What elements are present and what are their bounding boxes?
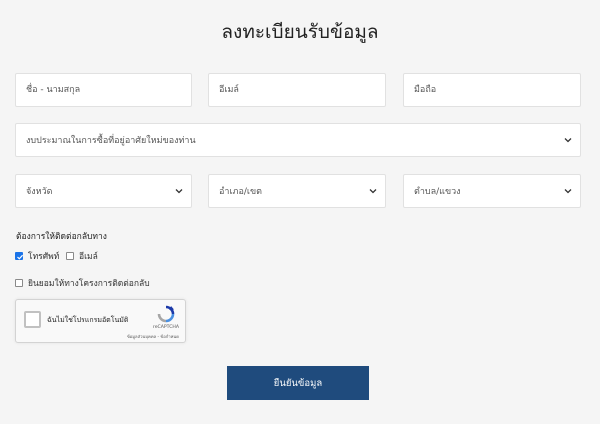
budget-select[interactable]: งบประมาณในการซื้อที่อยู่อาศัยใหม่ของท่าน: [15, 123, 581, 157]
name-input[interactable]: [26, 74, 191, 106]
chevron-down-icon: [564, 189, 572, 194]
email-checkbox[interactable]: [66, 252, 74, 260]
recaptcha-label: ฉันไม่ใช่โปรแกรมอัตโนมัติ: [47, 316, 129, 324]
recaptcha-widget: ฉันไม่ใช่โปรแกรมอัตโนมัติ reCAPTCHA ข้อม…: [15, 299, 186, 343]
phone-field[interactable]: [403, 73, 581, 107]
recaptcha-brand: reCAPTCHA: [152, 325, 179, 330]
budget-select-value: งบประมาณในการซื้อที่อยู่อาศัยใหม่ของท่าน: [26, 136, 196, 146]
province-select[interactable]: จังหวัด: [15, 174, 192, 208]
consent-checkbox-label: ยินยอมให้ทางโครงการติดต่อกลับ: [28, 279, 150, 289]
recaptcha-logo-icon: [157, 305, 175, 323]
consent-option[interactable]: ยินยอมให้ทางโครงการติดต่อกลับ: [15, 276, 150, 290]
email-checkbox-label: อีเมล์: [79, 252, 98, 262]
checkmark-icon: [17, 254, 24, 260]
recaptcha-checkbox[interactable]: [24, 311, 41, 328]
recaptcha-links[interactable]: ข้อมูลส่วนบุคคล - ข้อกำหนด: [127, 333, 179, 340]
contact-email-option[interactable]: อีเมล์: [66, 249, 98, 263]
page-title: ลงทะเบียนรับข้อมูล: [221, 21, 379, 43]
contact-phone-option[interactable]: โทรศัพท์: [15, 249, 59, 263]
phone-input[interactable]: [414, 74, 580, 106]
contact-method-label: ต้องการให้ติดต่อกลับทาง: [16, 232, 107, 242]
province-select-value: จังหวัด: [26, 187, 53, 197]
name-field[interactable]: [15, 73, 192, 107]
chevron-down-icon: [175, 189, 183, 194]
chevron-down-icon: [369, 189, 377, 194]
email-field[interactable]: [208, 73, 386, 107]
submit-button[interactable]: ยืนยันข้อมูล: [227, 366, 369, 400]
chevron-down-icon: [564, 138, 572, 143]
district-select[interactable]: อำเภอ/เขต: [208, 174, 386, 208]
email-input[interactable]: [219, 74, 385, 106]
subdistrict-select-value: ตำบล/แขวง: [414, 187, 461, 197]
subdistrict-select[interactable]: ตำบล/แขวง: [403, 174, 581, 208]
registration-page: ลงทะเบียนรับข้อมูล งบประมาณในการซื้อที่อ…: [0, 0, 600, 424]
phone-checkbox-label: โทรศัพท์: [28, 252, 60, 262]
consent-checkbox[interactable]: [15, 279, 23, 287]
phone-checkbox[interactable]: [15, 252, 24, 260]
district-select-value: อำเภอ/เขต: [219, 187, 262, 197]
